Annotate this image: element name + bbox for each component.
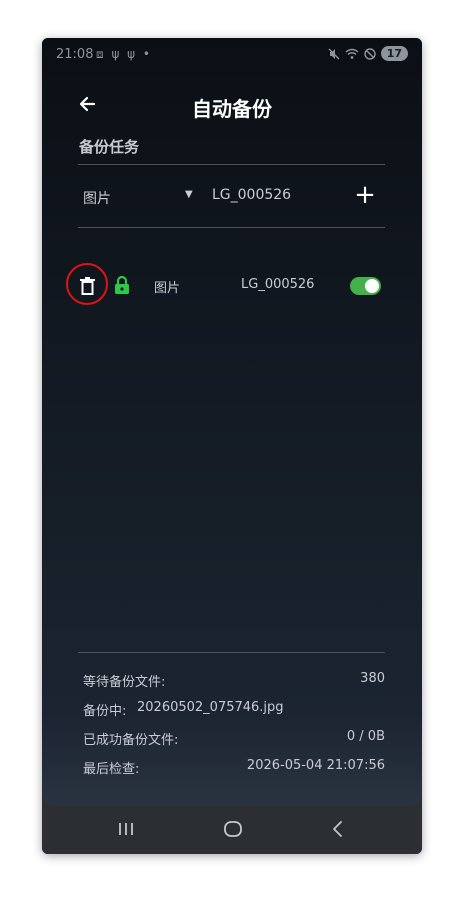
device-label: LG_000526 <box>212 187 292 203</box>
dropdown-caret-icon[interactable]: ▼ <box>185 189 193 200</box>
task-type: 图片 <box>154 281 181 296</box>
app-screen: 21:08 ⧈ ψ ψ • 17 自动备份 备份任务 图片 ▼ LG_00052… <box>42 38 422 806</box>
status-time: 21:08 <box>56 47 94 62</box>
type-select-value: 图片 <box>83 191 111 207</box>
add-icon: + <box>354 180 376 210</box>
status-bar: 21:08 ⧈ ψ ψ • 17 <box>42 38 422 72</box>
do-not-disturb-icon <box>363 47 376 60</box>
notification-icons: ⧈ ψ ψ • <box>96 47 152 61</box>
trash-icon[interactable] <box>79 276 96 296</box>
divider-form <box>78 227 385 228</box>
stat-current: 备份中: 20260502_075746.jpg <box>83 700 385 720</box>
stat-pending-label: 等待备份文件: <box>83 675 166 690</box>
divider-top <box>78 164 385 165</box>
stat-last-check-label: 最后检查: <box>83 762 140 777</box>
stat-pending-value: 380 <box>360 671 385 686</box>
system-nav-bar <box>42 806 422 854</box>
wifi-icon <box>345 48 359 59</box>
battery-icon: 17 <box>380 46 408 61</box>
back-nav-icon <box>333 821 342 837</box>
recents-button[interactable] <box>116 816 136 842</box>
stat-current-value: 20260502_075746.jpg <box>137 700 284 715</box>
home-button[interactable] <box>222 816 244 842</box>
task-enabled-toggle[interactable] <box>350 277 381 295</box>
mute-icon <box>328 48 340 59</box>
section-title: 备份任务 <box>79 138 140 156</box>
home-icon <box>224 821 242 837</box>
toggle-knob <box>365 279 379 293</box>
stat-pending: 等待备份文件: 380 <box>83 671 385 691</box>
phone-frame: 21:08 ⧈ ψ ψ • 17 自动备份 备份任务 图片 ▼ LG_00052… <box>42 38 422 854</box>
task-row: 图片 LG_000526 <box>66 263 396 309</box>
status-right: 17 <box>328 46 408 61</box>
stat-success-value: 0 / 0B <box>346 729 385 744</box>
stat-success: 已成功备份文件: 0 / 0B <box>83 729 385 749</box>
back-nav-button[interactable] <box>328 816 346 842</box>
recents-icon <box>119 823 133 835</box>
task-device: LG_000526 <box>241 277 315 292</box>
add-button[interactable]: + <box>354 181 376 209</box>
lock-icon <box>115 275 129 294</box>
stat-success-label: 已成功备份文件: <box>83 733 179 748</box>
divider-stats <box>78 652 385 653</box>
stat-current-label: 备份中: <box>83 704 127 719</box>
stat-last-check-value: 2026-05-04 21:07:56 <box>246 758 385 773</box>
stat-last-check: 最后检查: 2026-05-04 21:07:56 <box>83 758 385 778</box>
type-select[interactable]: 图片 <box>83 188 198 208</box>
page-title: 自动备份 <box>192 97 272 121</box>
